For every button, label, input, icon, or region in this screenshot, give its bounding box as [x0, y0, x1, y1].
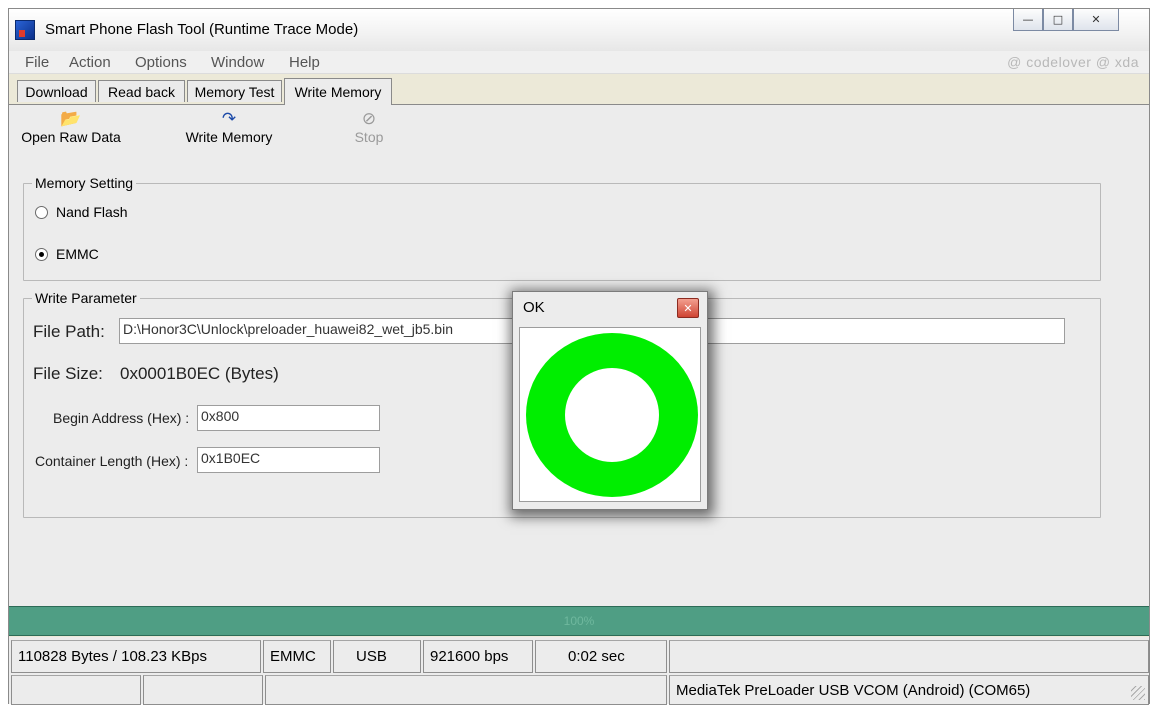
close-window-button[interactable]: ✕ — [1073, 9, 1119, 31]
menu-action[interactable]: Action — [69, 54, 111, 71]
radio-circle-emmc — [35, 247, 48, 261]
progress-text: 100% — [563, 614, 595, 628]
radio-nand-flash[interactable]: Nand Flash — [35, 204, 128, 220]
open-raw-data-button[interactable]: 📂 Open Raw Data — [21, 109, 121, 145]
dialog-close-button[interactable]: ✕ — [677, 298, 699, 318]
menu-help[interactable]: Help — [289, 54, 320, 71]
open-raw-data-label: Open Raw Data — [21, 129, 121, 145]
radio-emmc[interactable]: EMMC — [35, 246, 99, 262]
status-empty-2 — [11, 675, 141, 705]
minimize-button[interactable]: — — [1013, 9, 1043, 31]
status-time: 0:02 sec — [535, 640, 667, 673]
status-storage: EMMC — [263, 640, 331, 673]
tab-read-back[interactable]: Read back — [98, 80, 185, 102]
status-bar: 110828 Bytes / 108.23 KBps EMMC USB 9216… — [9, 637, 1149, 705]
title-bar: Smart Phone Flash Tool (Runtime Trace Mo… — [9, 9, 1149, 52]
radio-emmc-label: EMMC — [56, 246, 99, 262]
app-icon — [15, 20, 35, 40]
status-empty-4 — [265, 675, 667, 705]
menu-bar: File Action Options Window Help @ codelo… — [9, 51, 1149, 74]
resize-grip[interactable] — [1131, 686, 1145, 700]
tab-download[interactable]: Download — [17, 80, 96, 102]
folder-open-icon: 📂 — [60, 109, 82, 128]
menu-file[interactable]: File — [25, 54, 49, 71]
tab-memory-test[interactable]: Memory Test — [187, 80, 282, 102]
begin-address-label: Begin Address (Hex) : — [53, 410, 190, 426]
stop-button[interactable]: ⊘ Stop — [339, 109, 399, 145]
menu-window[interactable]: Window — [211, 54, 264, 71]
dialog-title: OK — [523, 299, 545, 316]
tab-strip: Download Read back Memory Test Write Mem… — [9, 78, 1149, 105]
stop-icon: ⊘ — [361, 109, 377, 128]
status-port: MediaTek PreLoader USB VCOM (Android) (C… — [669, 675, 1149, 705]
status-connection: USB — [333, 640, 421, 673]
status-empty — [669, 640, 1149, 673]
radio-circle-nand — [35, 205, 48, 219]
memory-setting-group: Memory Setting — [23, 175, 1101, 281]
write-arrow-icon: ↷ — [221, 109, 237, 128]
file-path-label: File Path: — [33, 322, 105, 341]
maximize-button[interactable]: □ — [1043, 9, 1073, 31]
status-empty-3 — [143, 675, 263, 705]
progress-bar: 100% — [9, 606, 1149, 636]
begin-address-input[interactable]: 0x800 — [197, 405, 380, 431]
window-title: Smart Phone Flash Tool (Runtime Trace Mo… — [45, 21, 359, 38]
container-length-label: Container Length (Hex) : — [35, 453, 189, 469]
status-bytes: 110828 Bytes / 108.23 KBps — [11, 640, 261, 673]
write-memory-label: Write Memory — [185, 129, 273, 145]
file-size-label: File Size: — [33, 364, 103, 383]
container-length-input[interactable]: 0x1B0EC — [197, 447, 380, 473]
status-baud: 921600 bps — [423, 640, 533, 673]
write-parameter-legend: Write Parameter — [35, 290, 137, 306]
tab-write-memory[interactable]: Write Memory — [284, 78, 392, 105]
radio-nand-label: Nand Flash — [56, 204, 128, 220]
memory-setting-legend: Memory Setting — [35, 175, 134, 191]
dialog-body — [519, 327, 701, 502]
success-ring-icon — [526, 333, 698, 497]
menu-options[interactable]: Options — [135, 54, 187, 71]
ring-hole — [565, 368, 659, 462]
ok-dialog: OK ✕ — [512, 291, 708, 510]
file-size-value: 0x0001B0EC (Bytes) — [120, 364, 279, 383]
watermark: @ codelover @ xda — [1007, 54, 1139, 70]
stop-label: Stop — [354, 129, 384, 145]
write-memory-button[interactable]: ↷ Write Memory — [179, 109, 279, 145]
